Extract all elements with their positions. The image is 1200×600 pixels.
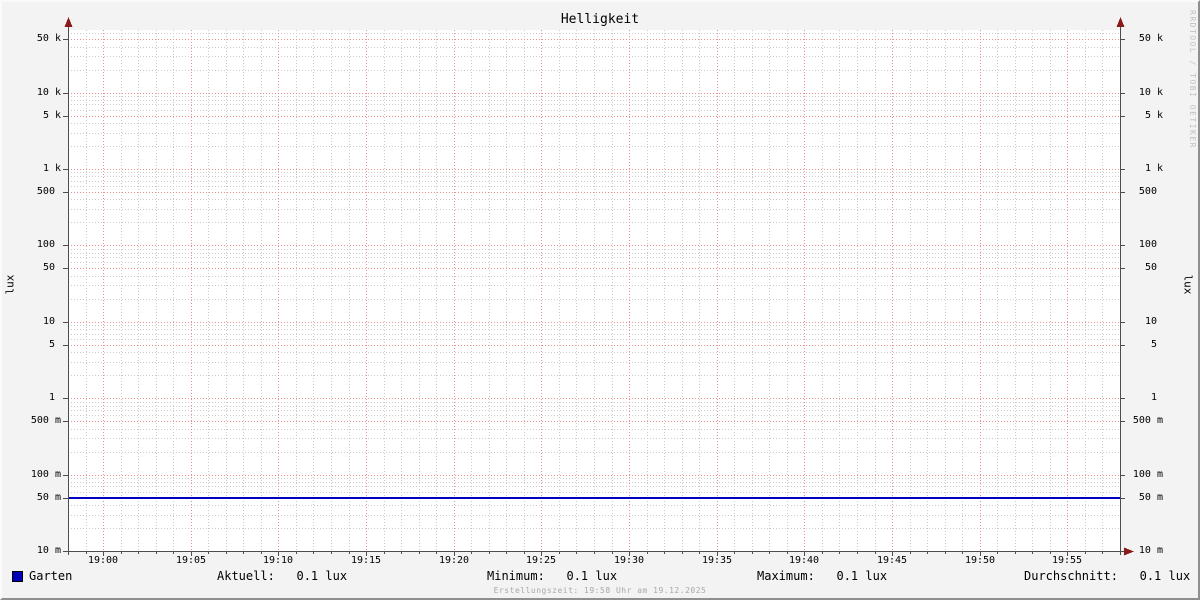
series-name: Garten (29, 569, 73, 583)
stat-minimum: Minimum: 0.1 lux (487, 569, 618, 583)
y-axis-label-right: 100 (1138, 239, 1163, 250)
y-axis-label-left: 10 k (36, 87, 61, 98)
x-axis-label: 19:30 (613, 555, 645, 566)
y-axis-label-left: 100 (36, 239, 61, 250)
y-axis-label-left: 500 m (30, 415, 61, 426)
y-axis-label-left: 50 (42, 262, 61, 273)
rrdtool-watermark: RRDTOOL / TOBI OETIKER (1188, 10, 1197, 149)
plot-canvas (68, 30, 1120, 551)
chart-title: Helligkeit (560, 12, 640, 27)
x-axis-label: 19:15 (350, 555, 382, 566)
y-axis-label-left: 5 (48, 339, 61, 350)
x-axis-label: 19:45 (876, 555, 908, 566)
y-axis-label-right: 50 m (1138, 492, 1163, 503)
y-axis-label-right: 1 k (1144, 163, 1163, 174)
y-axis-label-right: 10 k (1138, 87, 1163, 98)
y-axis-label-left: 10 m (36, 545, 61, 556)
stat-maximum: Maximum: 0.1 lux (757, 569, 888, 583)
y-axis-label-right: 10 (1144, 316, 1163, 327)
y-axis-label-left: 50 m (36, 492, 61, 503)
rrdtool-graph: Helligkeit lux lux RRDTOOL / TOBI OETIKE… (0, 0, 1200, 600)
series-color-swatch (12, 570, 23, 582)
y-axis-label-left: 500 (36, 186, 61, 197)
stat-aktuell: Aktuell: 0.1 lux (217, 569, 348, 583)
y-axis-label-right: 5 (1150, 339, 1163, 350)
x-axis-label: 19:05 (175, 555, 207, 566)
y-axis-label-left: 10 (42, 316, 61, 327)
y-axis-label-right: 50 (1144, 262, 1163, 273)
y-axis-label-right: 50 k (1138, 33, 1163, 44)
x-axis-label: 19:50 (964, 555, 996, 566)
creation-timestamp: Erstellungszeit: 19:58 Uhr am 19.12.2025 (493, 586, 707, 595)
legend-row: Garten Aktuell: 0.1 lux Minimum: 0.1 lux M… (2, 569, 1198, 583)
y-axis-label-left: 1 (48, 392, 61, 403)
y-axis-label-left: 50 k (36, 33, 61, 44)
y-axis-label-right: 1 (1150, 392, 1163, 403)
x-axis-label: 19:35 (701, 555, 733, 566)
y-axis-label-right: 500 (1138, 186, 1163, 197)
stat-durchschnitt: Durchschnitt: 0.1 lux (1024, 569, 1191, 583)
x-axis-label: 19:55 (1051, 555, 1083, 566)
y-axis-label-right: 10 m (1138, 545, 1163, 556)
y-axis-unit-right: lux (1181, 274, 1195, 295)
y-axis-label-left: 1 k (42, 163, 61, 174)
x-axis-label: 19:10 (262, 555, 294, 566)
x-axis-label: 19:00 (87, 555, 119, 566)
y-axis-label-right: 100 m (1132, 469, 1163, 480)
x-axis-label: 19:25 (525, 555, 557, 566)
y-axis-label-right: 5 k (1144, 110, 1163, 121)
y-axis-label-right: 500 m (1132, 415, 1163, 426)
x-axis-label: 19:20 (438, 555, 470, 566)
y-axis-label-left: 100 m (30, 469, 61, 480)
x-axis-label: 19:40 (788, 555, 820, 566)
legend-series-key: Garten (12, 569, 72, 583)
y-axis-label-left: 5 k (42, 110, 61, 121)
